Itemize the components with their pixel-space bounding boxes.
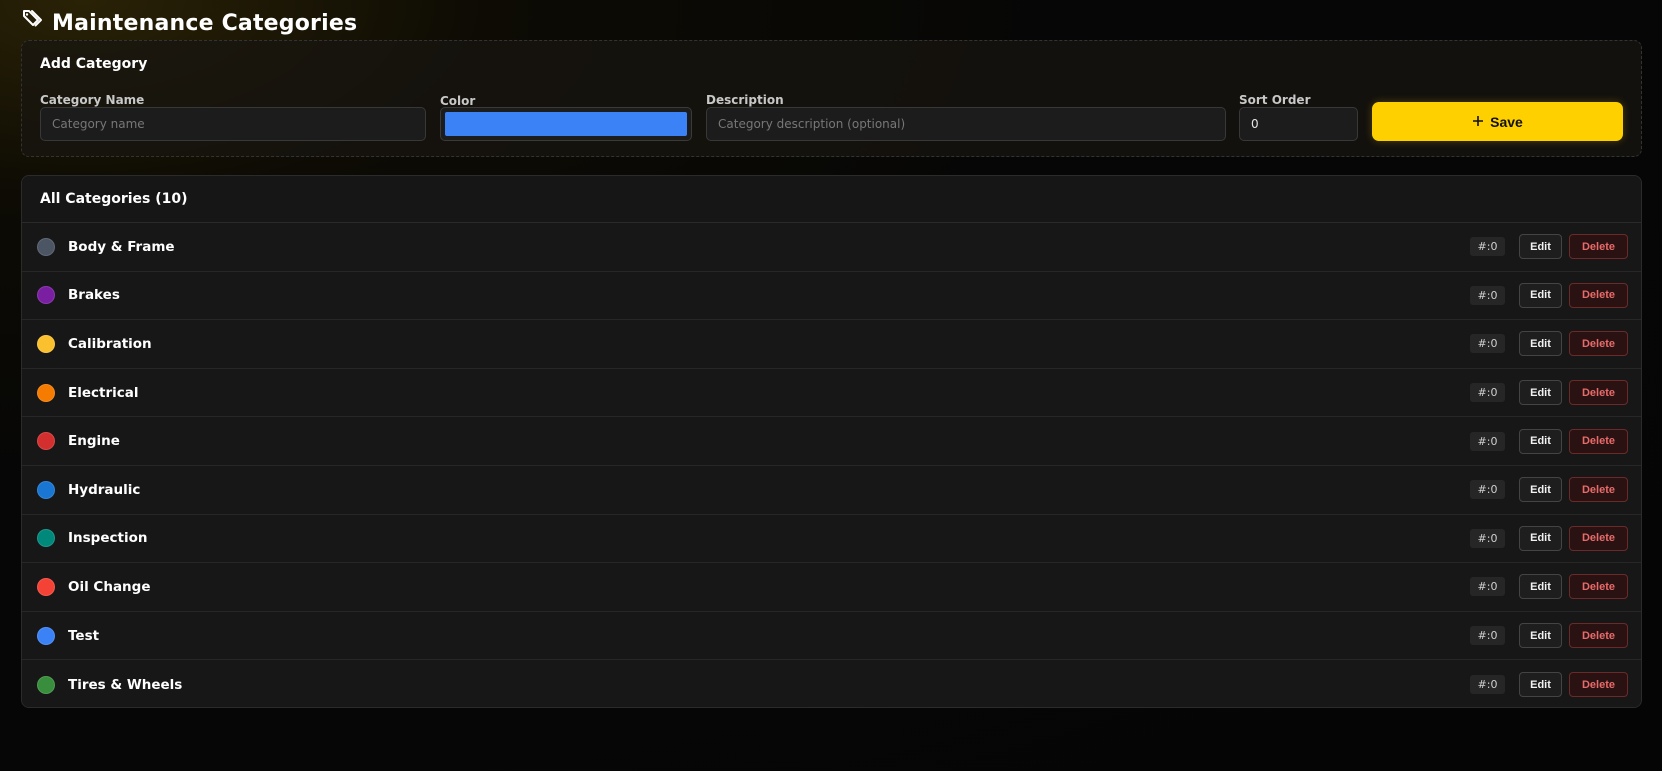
- add-category-panel: Add Category Category Name Color Descrip…: [21, 40, 1642, 157]
- category-name: Calibration: [68, 335, 152, 352]
- description-label: Description: [706, 93, 784, 107]
- category-row: Hydraulic #:0 Edit Delete: [22, 465, 1641, 515]
- sort-order-label: Sort Order: [1239, 93, 1311, 107]
- delete-button[interactable]: Delete: [1569, 477, 1628, 503]
- description-input[interactable]: [706, 107, 1226, 141]
- edit-button[interactable]: Edit: [1519, 574, 1562, 600]
- sort-order-badge: #:0: [1470, 285, 1505, 305]
- category-row: Oil Change #:0 Edit Delete: [22, 563, 1641, 612]
- plus-icon: [1472, 114, 1484, 130]
- edit-button[interactable]: Edit: [1519, 477, 1562, 503]
- page-title-text: Maintenance Categories: [52, 10, 358, 36]
- delete-button[interactable]: Delete: [1569, 525, 1628, 551]
- category-name-input[interactable]: [40, 107, 426, 141]
- category-color-dot: [37, 432, 55, 451]
- category-name: Body & Frame: [68, 238, 175, 255]
- category-color-dot: [37, 383, 55, 402]
- delete-button[interactable]: Delete: [1569, 428, 1628, 454]
- color-swatch: [445, 112, 687, 136]
- save-button-label: Save: [1490, 113, 1523, 130]
- category-name: Brakes: [68, 287, 120, 304]
- delete-button[interactable]: Delete: [1569, 380, 1628, 406]
- category-name: Engine: [68, 433, 120, 450]
- categories-list-header: All Categories (10): [22, 176, 1641, 223]
- color-picker[interactable]: [440, 107, 692, 141]
- edit-button[interactable]: Edit: [1519, 331, 1562, 357]
- save-button[interactable]: Save: [1372, 102, 1623, 141]
- category-name-label: Category Name: [40, 93, 145, 107]
- delete-button[interactable]: Delete: [1569, 623, 1628, 649]
- sort-order-badge: #:0: [1470, 334, 1505, 354]
- category-row: Test #:0 Edit Delete: [22, 611, 1641, 661]
- category-row: Inspection #:0 Edit Delete: [22, 514, 1641, 564]
- sort-order-badge: #:0: [1470, 431, 1505, 451]
- category-color-dot: [37, 577, 55, 596]
- category-row: Body & Frame #:0 Edit Delete: [22, 223, 1641, 272]
- category-name: Electrical: [68, 384, 139, 401]
- category-name: Oil Change: [68, 578, 151, 595]
- category-row: Brakes #:0 Edit Delete: [22, 271, 1641, 321]
- edit-button[interactable]: Edit: [1519, 672, 1562, 698]
- edit-button[interactable]: Edit: [1519, 282, 1562, 308]
- page-title: Maintenance Categories: [20, 8, 357, 38]
- category-name: Tires & Wheels: [68, 676, 183, 693]
- categories-list: Body & Frame #:0 Edit Delete Brakes #:0 …: [22, 223, 1641, 707]
- delete-button[interactable]: Delete: [1569, 282, 1628, 308]
- sort-order-badge: #:0: [1470, 480, 1505, 500]
- sort-order-badge: #:0: [1470, 577, 1505, 597]
- edit-button[interactable]: Edit: [1519, 623, 1562, 649]
- sort-order-badge: #:0: [1470, 383, 1505, 403]
- category-color-dot: [37, 237, 55, 256]
- category-color-dot: [37, 675, 55, 694]
- category-color-dot: [37, 529, 55, 548]
- sort-order-badge: #:0: [1470, 675, 1505, 695]
- delete-button[interactable]: Delete: [1569, 574, 1628, 600]
- sort-order-badge: #:0: [1470, 626, 1505, 646]
- category-name: Test: [68, 627, 100, 644]
- category-color-dot: [37, 480, 55, 499]
- delete-button[interactable]: Delete: [1569, 331, 1628, 357]
- edit-button[interactable]: Edit: [1519, 380, 1562, 406]
- category-row: Calibration #:0 Edit Delete: [22, 320, 1641, 369]
- sort-order-badge: #:0: [1470, 237, 1505, 257]
- category-color-dot: [37, 286, 55, 305]
- tag-icon: [20, 8, 44, 38]
- delete-button[interactable]: Delete: [1569, 234, 1628, 260]
- add-category-title: Add Category: [40, 56, 148, 72]
- category-color-dot: [37, 626, 55, 645]
- color-label: Color: [440, 94, 476, 108]
- categories-list-panel: All Categories (10) Body & Frame #:0 Edi…: [21, 175, 1642, 708]
- category-row: Electrical #:0 Edit Delete: [22, 368, 1641, 418]
- category-color-dot: [37, 334, 55, 353]
- edit-button[interactable]: Edit: [1519, 428, 1562, 454]
- sort-order-badge: #:0: [1470, 528, 1505, 548]
- edit-button[interactable]: Edit: [1519, 234, 1562, 260]
- sort-order-input[interactable]: [1239, 107, 1358, 141]
- edit-button[interactable]: Edit: [1519, 525, 1562, 551]
- category-row: Engine #:0 Edit Delete: [22, 417, 1641, 466]
- category-name: Hydraulic: [68, 481, 141, 498]
- category-row: Tires & Wheels #:0 Edit Delete: [22, 660, 1641, 707]
- category-name: Inspection: [68, 530, 148, 547]
- delete-button[interactable]: Delete: [1569, 672, 1628, 698]
